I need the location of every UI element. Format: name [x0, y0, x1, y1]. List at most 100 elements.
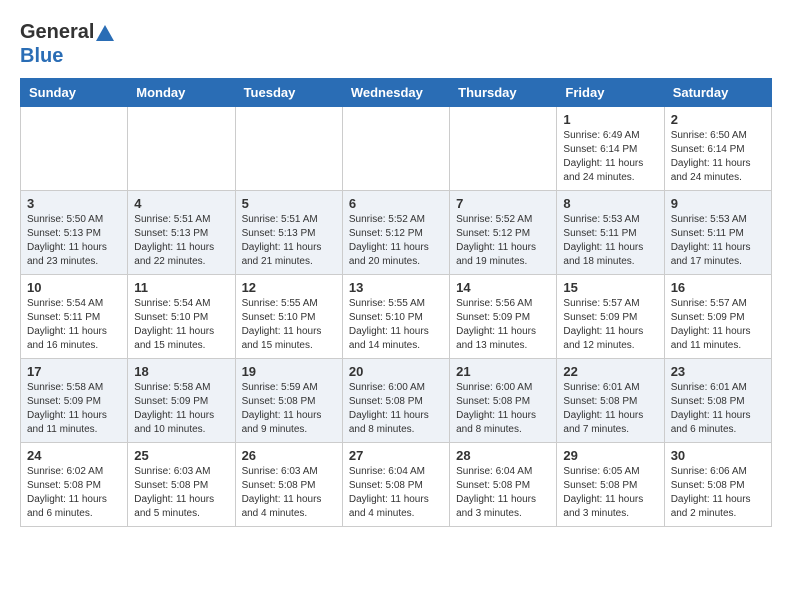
weekday-header-sunday: Sunday	[21, 79, 128, 107]
day-info: Sunrise: 6:00 AMSunset: 5:08 PMDaylight:…	[456, 381, 550, 437]
calendar-cell: 12 Sunrise: 5:55 AMSunset: 5:10 PMDayligh…	[235, 275, 342, 359]
calendar-cell: 1 Sunrise: 6:49 AMSunset: 6:14 PMDaylight…	[557, 107, 664, 191]
day-info: Sunrise: 6:01 AMSunset: 5:08 PMDaylight:…	[671, 381, 765, 437]
day-info: Sunrise: 6:03 AMSunset: 5:08 PMDaylight:…	[242, 465, 336, 521]
day-number: 8	[563, 196, 657, 211]
day-info: Sunrise: 5:55 AMSunset: 5:10 PMDaylight:…	[349, 297, 443, 353]
week-row-1: 3 Sunrise: 5:50 AMSunset: 5:13 PMDaylight…	[21, 191, 772, 275]
calendar-cell: 30Sunrise: 6:06 AMSunset: 5:08 PMDayligh…	[664, 443, 771, 527]
calendar-cell	[450, 107, 557, 191]
calendar-cell: 9Sunrise: 5:53 AMSunset: 5:11 PMDaylight…	[664, 191, 771, 275]
calendar-cell: 13 Sunrise: 5:55 AMSunset: 5:10 PMDayligh…	[342, 275, 449, 359]
calendar-cell: 29 Sunrise: 6:05 AMSunset: 5:08 PMDayligh…	[557, 443, 664, 527]
calendar-cell: 23 Sunrise: 6:01 AMSunset: 5:08 PMDayligh…	[664, 359, 771, 443]
day-number: 15	[563, 280, 657, 295]
calendar-cell: 22 Sunrise: 6:01 AMSunset: 5:08 PMDayligh…	[557, 359, 664, 443]
calendar-table: SundayMondayTuesdayWednesdayThursdayFrid…	[20, 78, 772, 527]
day-info: Sunrise: 5:59 AMSunset: 5:08 PMDaylight:…	[242, 381, 336, 437]
calendar-cell: 14 Sunrise: 5:56 AMSunset: 5:09 PMDayligh…	[450, 275, 557, 359]
week-row-2: 10Sunrise: 5:54 AMSunset: 5:11 PMDayligh…	[21, 275, 772, 359]
day-number: 5	[242, 196, 336, 211]
weekday-header-row: SundayMondayTuesdayWednesdayThursdayFrid…	[21, 79, 772, 107]
week-row-4: 24Sunrise: 6:02 AMSunset: 5:08 PMDayligh…	[21, 443, 772, 527]
calendar-cell: 7 Sunrise: 5:52 AMSunset: 5:12 PMDaylight…	[450, 191, 557, 275]
day-info: Sunrise: 5:58 AMSunset: 5:09 PMDaylight:…	[27, 381, 121, 437]
day-info: Sunrise: 6:06 AMSunset: 5:08 PMDaylight:…	[671, 465, 765, 521]
calendar-cell: 8 Sunrise: 5:53 AMSunset: 5:11 PMDaylight…	[557, 191, 664, 275]
day-info: Sunrise: 6:03 AMSunset: 5:08 PMDaylight:…	[134, 465, 228, 521]
day-number: 12	[242, 280, 336, 295]
calendar-page: General Blue SundayMondayTuesdayWednesda…	[0, 0, 792, 547]
day-info: Sunrise: 5:52 AMSunset: 5:12 PMDaylight:…	[349, 213, 443, 269]
day-number: 19	[242, 364, 336, 379]
day-info: Sunrise: 5:51 AMSunset: 5:13 PMDaylight:…	[134, 213, 228, 269]
logo-text: General Blue	[20, 20, 114, 68]
day-info: Sunrise: 5:53 AMSunset: 5:11 PMDaylight:…	[563, 213, 657, 269]
day-number: 13	[349, 280, 443, 295]
weekday-header-wednesday: Wednesday	[342, 79, 449, 107]
week-row-0: 1 Sunrise: 6:49 AMSunset: 6:14 PMDaylight…	[21, 107, 772, 191]
day-number: 23	[671, 364, 765, 379]
day-number: 7	[456, 196, 550, 211]
day-info: Sunrise: 5:52 AMSunset: 5:12 PMDaylight:…	[456, 213, 550, 269]
calendar-cell: 19 Sunrise: 5:59 AMSunset: 5:08 PMDayligh…	[235, 359, 342, 443]
day-number: 11	[134, 280, 228, 295]
day-info: Sunrise: 5:54 AMSunset: 5:10 PMDaylight:…	[134, 297, 228, 353]
calendar-cell: 18 Sunrise: 5:58 AMSunset: 5:09 PMDayligh…	[128, 359, 235, 443]
day-number: 16	[671, 280, 765, 295]
calendar-cell: 24Sunrise: 6:02 AMSunset: 5:08 PMDayligh…	[21, 443, 128, 527]
calendar-cell: 3 Sunrise: 5:50 AMSunset: 5:13 PMDaylight…	[21, 191, 128, 275]
calendar-cell: 16 Sunrise: 5:57 AMSunset: 5:09 PMDayligh…	[664, 275, 771, 359]
day-info: Sunrise: 5:56 AMSunset: 5:09 PMDaylight:…	[456, 297, 550, 353]
day-info: Sunrise: 6:04 AMSunset: 5:08 PMDaylight:…	[456, 465, 550, 521]
calendar-cell: 5 Sunrise: 5:51 AMSunset: 5:13 PMDaylight…	[235, 191, 342, 275]
day-number: 3	[27, 196, 121, 211]
calendar-cell: 27Sunrise: 6:04 AMSunset: 5:08 PMDayligh…	[342, 443, 449, 527]
logo: General Blue	[20, 20, 114, 68]
calendar-cell	[128, 107, 235, 191]
header: General Blue	[20, 20, 772, 68]
day-info: Sunrise: 5:54 AMSunset: 5:11 PMDaylight:…	[27, 297, 121, 353]
calendar-cell: 25 Sunrise: 6:03 AMSunset: 5:08 PMDayligh…	[128, 443, 235, 527]
calendar-cell: 6 Sunrise: 5:52 AMSunset: 5:12 PMDaylight…	[342, 191, 449, 275]
calendar-body: 1 Sunrise: 6:49 AMSunset: 6:14 PMDaylight…	[21, 107, 772, 527]
day-number: 29	[563, 448, 657, 463]
day-number: 22	[563, 364, 657, 379]
day-info: Sunrise: 5:50 AMSunset: 5:13 PMDaylight:…	[27, 213, 121, 269]
day-info: Sunrise: 6:00 AMSunset: 5:08 PMDaylight:…	[349, 381, 443, 437]
logo-icon	[96, 25, 114, 41]
day-number: 6	[349, 196, 443, 211]
day-number: 18	[134, 364, 228, 379]
calendar-cell	[235, 107, 342, 191]
day-info: Sunrise: 6:01 AMSunset: 5:08 PMDaylight:…	[563, 381, 657, 437]
calendar-cell: 26 Sunrise: 6:03 AMSunset: 5:08 PMDayligh…	[235, 443, 342, 527]
day-number: 2	[671, 112, 765, 127]
day-number: 9	[671, 196, 765, 211]
weekday-header-thursday: Thursday	[450, 79, 557, 107]
day-number: 25	[134, 448, 228, 463]
day-number: 17	[27, 364, 121, 379]
day-number: 14	[456, 280, 550, 295]
day-number: 21	[456, 364, 550, 379]
day-number: 20	[349, 364, 443, 379]
calendar-cell: 28Sunrise: 6:04 AMSunset: 5:08 PMDayligh…	[450, 443, 557, 527]
day-info: Sunrise: 5:58 AMSunset: 5:09 PMDaylight:…	[134, 381, 228, 437]
day-info: Sunrise: 6:05 AMSunset: 5:08 PMDaylight:…	[563, 465, 657, 521]
day-info: Sunrise: 5:57 AMSunset: 5:09 PMDaylight:…	[563, 297, 657, 353]
weekday-header-monday: Monday	[128, 79, 235, 107]
weekday-header-friday: Friday	[557, 79, 664, 107]
day-info: Sunrise: 5:55 AMSunset: 5:10 PMDaylight:…	[242, 297, 336, 353]
day-info: Sunrise: 5:51 AMSunset: 5:13 PMDaylight:…	[242, 213, 336, 269]
day-number: 27	[349, 448, 443, 463]
week-row-3: 17 Sunrise: 5:58 AMSunset: 5:09 PMDayligh…	[21, 359, 772, 443]
day-info: Sunrise: 5:57 AMSunset: 5:09 PMDaylight:…	[671, 297, 765, 353]
calendar-cell: 17 Sunrise: 5:58 AMSunset: 5:09 PMDayligh…	[21, 359, 128, 443]
weekday-header-saturday: Saturday	[664, 79, 771, 107]
calendar-cell: 4Sunrise: 5:51 AMSunset: 5:13 PMDaylight…	[128, 191, 235, 275]
calendar-cell: 20 Sunrise: 6:00 AMSunset: 5:08 PMDayligh…	[342, 359, 449, 443]
day-info: Sunrise: 6:02 AMSunset: 5:08 PMDaylight:…	[27, 465, 121, 521]
day-info: Sunrise: 6:49 AMSunset: 6:14 PMDaylight:…	[563, 129, 657, 185]
day-number: 1	[563, 112, 657, 127]
calendar-cell	[21, 107, 128, 191]
day-number: 26	[242, 448, 336, 463]
